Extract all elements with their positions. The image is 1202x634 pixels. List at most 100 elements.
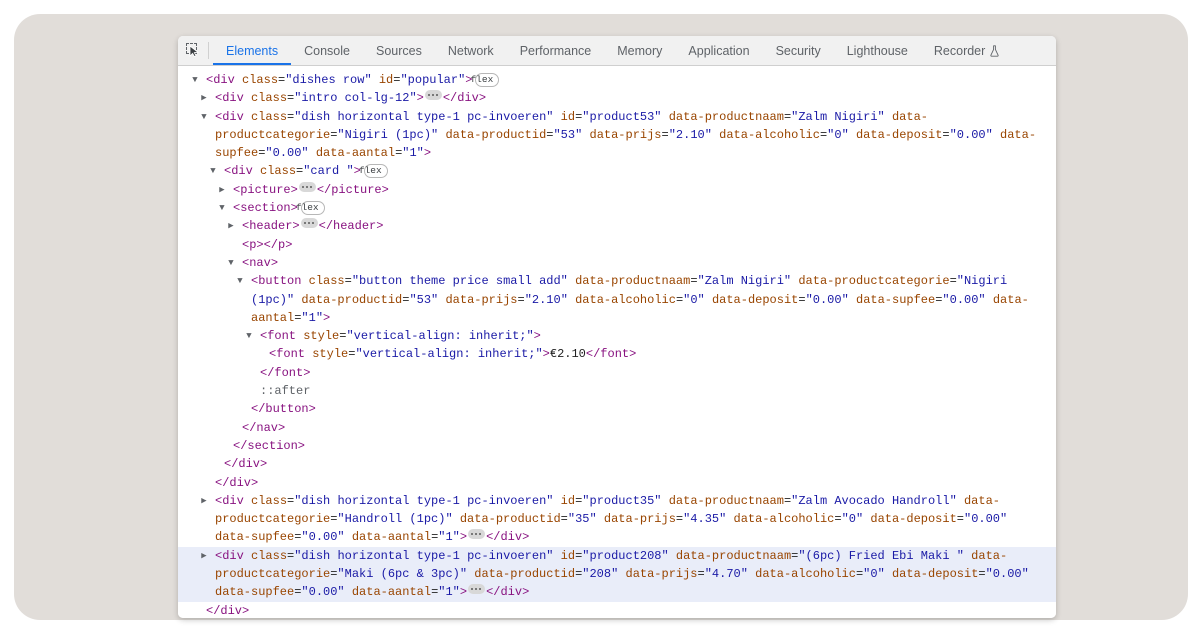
dom-node-row[interactable]: ▶</button> xyxy=(178,400,1056,418)
twisty-placeholder: ▶ xyxy=(231,419,242,437)
dom-node-row[interactable]: ▼<font style="vertical-align: inherit;"> xyxy=(178,327,1056,345)
tab-recorder-label: Recorder xyxy=(934,44,985,58)
twisty-placeholder: ▶ xyxy=(195,602,206,618)
dom-node-row[interactable]: ▼<div class="dish horizontal type-1 pc-i… xyxy=(178,108,1056,163)
devtools-toolbar: Elements Console Sources Network Perform… xyxy=(178,36,1056,66)
tab-lighthouse-label: Lighthouse xyxy=(847,44,908,58)
inspect-element-icon xyxy=(186,43,201,58)
dom-node-line: ▶<header></header> xyxy=(178,217,1048,235)
dom-node-row[interactable]: ▶<font style="vertical-align: inherit;">… xyxy=(178,345,1056,363)
flex-badge[interactable]: flex xyxy=(301,201,325,215)
twisty-expanded-icon[interactable]: ▼ xyxy=(240,272,251,290)
tab-security[interactable]: Security xyxy=(763,36,834,65)
dom-node-row[interactable]: ▶::after xyxy=(178,382,1056,400)
dom-node-row[interactable]: ▶<picture></picture> xyxy=(178,181,1056,199)
twisty-placeholder: ▶ xyxy=(249,382,260,400)
twisty-expanded-icon[interactable]: ▼ xyxy=(249,327,260,345)
cursor-arrow-icon xyxy=(189,45,200,57)
dom-node-row[interactable]: ▶<p></p> xyxy=(178,236,1056,254)
tab-memory[interactable]: Memory xyxy=(604,36,675,65)
collapsed-children-badge[interactable] xyxy=(468,529,485,539)
dom-node-row[interactable]: ▶</div> xyxy=(178,602,1056,618)
tab-lighthouse[interactable]: Lighthouse xyxy=(834,36,921,65)
toolbar-divider xyxy=(208,42,209,59)
dom-node-line: ▶</div> xyxy=(178,474,1048,492)
tab-recorder[interactable]: Recorder xyxy=(921,36,1013,65)
tab-application-label: Application xyxy=(688,44,749,58)
dom-node-line: ▶::after xyxy=(178,382,1048,400)
tab-application[interactable]: Application xyxy=(675,36,762,65)
tab-console-label: Console xyxy=(304,44,350,58)
twisty-placeholder: ▶ xyxy=(231,236,242,254)
twisty-placeholder: ▶ xyxy=(204,474,215,492)
devtools-window: Elements Console Sources Network Perform… xyxy=(178,36,1056,618)
dom-node-row[interactable]: ▼<nav> xyxy=(178,254,1056,272)
dom-node-row[interactable]: ▶<div class="intro col-lg-12"></div> xyxy=(178,89,1056,107)
twisty-expanded-icon[interactable]: ▼ xyxy=(213,162,224,180)
dom-node-line: ▶</nav> xyxy=(178,419,1048,437)
dom-node-line: ▶</button> xyxy=(178,400,1048,418)
tab-console[interactable]: Console xyxy=(291,36,363,65)
dom-node-row[interactable]: ▶</div> xyxy=(178,474,1056,492)
twisty-collapsed-icon[interactable]: ▶ xyxy=(231,217,242,235)
tab-performance[interactable]: Performance xyxy=(507,36,605,65)
collapsed-children-badge[interactable] xyxy=(299,182,316,192)
tab-security-label: Security xyxy=(776,44,821,58)
dom-node-row[interactable]: ▼<div class="card ">flex xyxy=(178,162,1056,180)
elements-dom-tree[interactable]: ▼<div class="dishes row" id="popular">fl… xyxy=(178,66,1056,618)
dom-node-line: ▶<div class="dish horizontal type-1 pc-i… xyxy=(178,547,1048,602)
twisty-placeholder: ▶ xyxy=(258,345,269,363)
twisty-placeholder: ▶ xyxy=(213,455,224,473)
flex-badge[interactable]: flex xyxy=(475,73,499,87)
twisty-collapsed-icon[interactable]: ▶ xyxy=(204,492,215,510)
dom-node-line: ▶<div class="dish horizontal type-1 pc-i… xyxy=(178,492,1048,547)
twisty-placeholder: ▶ xyxy=(222,437,233,455)
dom-node-row[interactable]: ▶<header></header> xyxy=(178,217,1056,235)
twisty-collapsed-icon[interactable]: ▶ xyxy=(204,547,215,565)
collapsed-children-badge[interactable] xyxy=(468,584,485,594)
dom-node-line: ▶</section> xyxy=(178,437,1048,455)
dom-node-line: ▶<p></p> xyxy=(178,236,1048,254)
twisty-expanded-icon[interactable]: ▼ xyxy=(222,199,233,217)
tab-network-label: Network xyxy=(448,44,494,58)
dom-node-line: ▶</div> xyxy=(178,602,1048,618)
dom-node-line: ▶</font> xyxy=(178,364,1048,382)
dom-node-line: ▶<picture></picture> xyxy=(178,181,1048,199)
dom-node-line: ▼<section>flex xyxy=(178,199,1048,217)
dom-node-line: ▼<div class="dish horizontal type-1 pc-i… xyxy=(178,108,1048,163)
dom-node-line: ▼<nav> xyxy=(178,254,1048,272)
twisty-placeholder: ▶ xyxy=(240,400,251,418)
devtools-tab-strip: Elements Console Sources Network Perform… xyxy=(213,36,1056,65)
tab-network[interactable]: Network xyxy=(435,36,507,65)
dom-node-line: ▼<div class="dishes row" id="popular">fl… xyxy=(178,71,1048,89)
dom-node-line: ▶</div> xyxy=(178,455,1048,473)
dom-node-row[interactable]: ▶</div> xyxy=(178,455,1056,473)
collapsed-children-badge[interactable] xyxy=(425,90,442,100)
tab-elements[interactable]: Elements xyxy=(213,36,291,65)
flex-badge[interactable]: flex xyxy=(364,164,388,178)
dom-node-row[interactable]: ▶</section> xyxy=(178,437,1056,455)
flask-icon xyxy=(989,45,1000,57)
inspect-element-button[interactable] xyxy=(178,36,208,65)
dom-node-line: ▼<div class="card ">flex xyxy=(178,162,1048,180)
tab-sources[interactable]: Sources xyxy=(363,36,435,65)
dom-node-line: ▼<font style="vertical-align: inherit;"> xyxy=(178,327,1048,345)
twisty-collapsed-icon[interactable]: ▶ xyxy=(204,89,215,107)
dom-node-row[interactable]: ▼<div class="dishes row" id="popular">fl… xyxy=(178,71,1056,89)
tab-performance-label: Performance xyxy=(520,44,592,58)
dom-node-row[interactable]: ▶</nav> xyxy=(178,419,1056,437)
dom-node-row[interactable]: ▼<button class="button theme price small… xyxy=(178,272,1056,327)
tab-memory-label: Memory xyxy=(617,44,662,58)
twisty-expanded-icon[interactable]: ▼ xyxy=(231,254,242,272)
twisty-expanded-icon[interactable]: ▼ xyxy=(204,108,215,126)
dom-node-row[interactable]: ▶</font> xyxy=(178,364,1056,382)
dom-node-row[interactable]: ▼<section>flex xyxy=(178,199,1056,217)
twisty-expanded-icon[interactable]: ▼ xyxy=(195,71,206,89)
collapsed-children-badge[interactable] xyxy=(301,218,318,228)
dom-node-line: ▼<button class="button theme price small… xyxy=(178,272,1048,327)
dom-node-line: ▶<font style="vertical-align: inherit;">… xyxy=(178,345,1048,363)
twisty-placeholder: ▶ xyxy=(249,364,260,382)
dom-node-row[interactable]: ▶<div class="dish horizontal type-1 pc-i… xyxy=(178,547,1056,602)
dom-node-row[interactable]: ▶<div class="dish horizontal type-1 pc-i… xyxy=(178,492,1056,547)
twisty-collapsed-icon[interactable]: ▶ xyxy=(222,181,233,199)
